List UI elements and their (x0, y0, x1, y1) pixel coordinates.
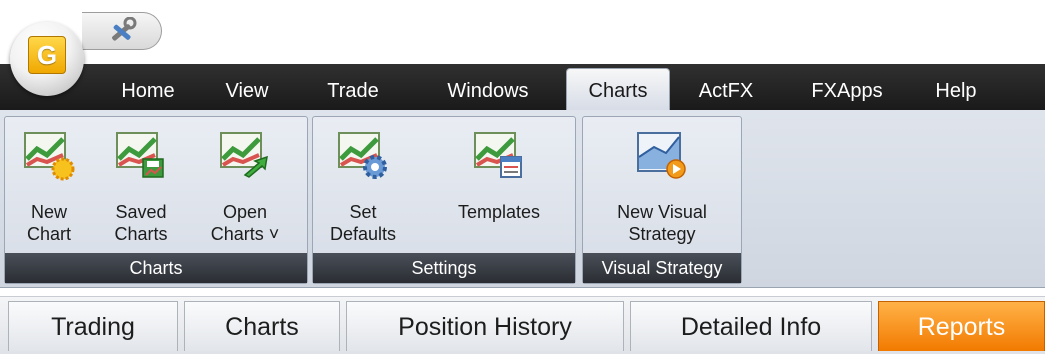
group-visual-strategy: New Visual Strategy Visual Strategy (582, 116, 742, 284)
menu-actfx[interactable]: ActFX (688, 76, 764, 106)
tools-icon (112, 17, 137, 41)
saved-charts-button[interactable]: Saved Charts (101, 129, 181, 245)
application-button[interactable]: G (10, 22, 84, 96)
app-logo: G (28, 36, 66, 74)
ribbon-menu-bar: Home View Trade Windows Charts ActFX FXA… (0, 64, 1045, 112)
menu-fxapps[interactable]: FXApps (800, 76, 894, 106)
menu-help[interactable]: Help (926, 76, 986, 106)
set-defaults-label: Set Defaults (329, 202, 397, 244)
set-defaults-icon (338, 132, 387, 179)
templates-label: Templates (457, 202, 541, 222)
saved-charts-icon (116, 132, 164, 178)
menu-charts[interactable]: Charts (566, 68, 670, 112)
open-charts-icon (220, 132, 268, 178)
saved-charts-label: Saved Charts (114, 202, 168, 244)
open-charts-button[interactable]: Open Charts ˅ (195, 129, 295, 245)
open-charts-label: Open Charts ˅ (210, 202, 280, 244)
new-visual-strategy-label: New Visual Strategy (617, 202, 707, 244)
tab-position-history[interactable]: Position History (346, 301, 624, 351)
tab-charts[interactable]: Charts (184, 301, 340, 351)
quick-access-tab[interactable] (82, 12, 162, 50)
group-visual-strategy-title: Visual Strategy (583, 253, 741, 283)
ribbon-panel: New Chart Saved Charts Open Charts ˅ Cha… (0, 110, 1045, 288)
new-visual-strategy-button[interactable]: New Visual Strategy (587, 129, 737, 245)
menu-trade[interactable]: Trade (318, 76, 388, 106)
new-chart-icon (24, 132, 75, 181)
templates-button[interactable]: Templates (439, 129, 559, 223)
tab-detailed-info[interactable]: Detailed Info (630, 301, 872, 351)
templates-icon (474, 132, 522, 178)
group-charts-title: Charts (5, 253, 307, 283)
menu-home[interactable]: Home (112, 76, 184, 106)
bottom-tab-strip: Trading Charts Position History Detailed… (0, 296, 1045, 354)
new-visual-strategy-icon (637, 132, 686, 179)
new-chart-label: New Chart (26, 202, 71, 244)
tab-reports[interactable]: Reports (878, 301, 1045, 351)
tab-trading[interactable]: Trading (8, 301, 178, 351)
menu-windows[interactable]: Windows (434, 76, 542, 106)
menu-view[interactable]: View (218, 76, 276, 106)
set-defaults-button[interactable]: Set Defaults (317, 129, 409, 245)
group-settings-title: Settings (313, 253, 575, 283)
group-settings: Set Defaults Templates Settings (312, 116, 576, 284)
new-chart-button[interactable]: New Chart (7, 129, 91, 245)
group-charts: New Chart Saved Charts Open Charts ˅ Cha… (4, 116, 308, 284)
